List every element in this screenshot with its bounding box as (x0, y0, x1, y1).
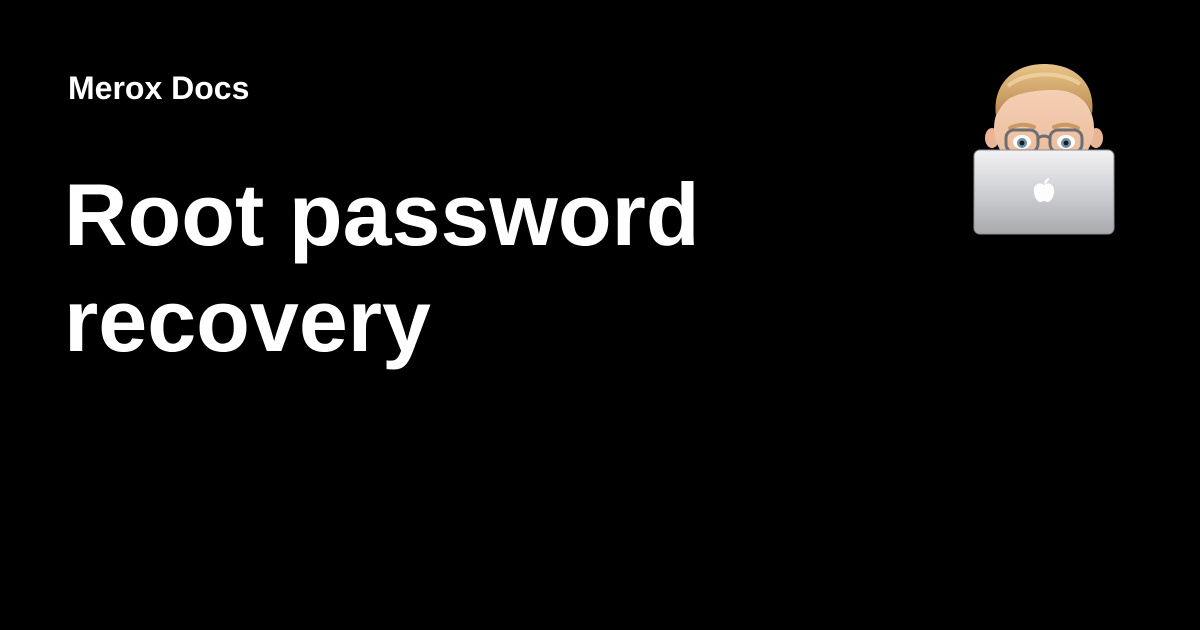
page-title: Root password recovery (64, 165, 700, 370)
memoji-laptop-avatar (968, 56, 1120, 240)
site-name[interactable]: Merox Docs (68, 68, 249, 108)
avatar-illustration (973, 64, 1115, 235)
